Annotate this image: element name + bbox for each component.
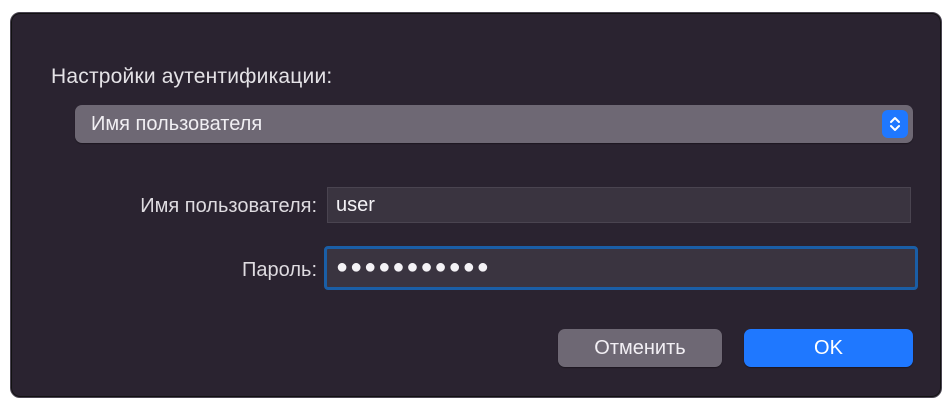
- password-field[interactable]: ●●●●●●●●●●●: [324, 246, 918, 290]
- cancel-button[interactable]: Отменить: [558, 329, 722, 367]
- username-field[interactable]: user: [327, 187, 911, 223]
- auth-dialog: Настройки аутентификации: Имя пользовате…: [10, 12, 942, 398]
- ok-button[interactable]: OK: [744, 329, 913, 367]
- auth-method-popup[interactable]: Имя пользователя: [75, 105, 913, 143]
- password-label: Пароль:: [242, 259, 317, 281]
- auth-settings-label: Настройки аутентификации:: [51, 65, 333, 88]
- username-label: Имя пользователя:: [140, 195, 317, 217]
- chevron-up-down-icon: [882, 110, 908, 138]
- auth-method-value: Имя пользователя: [91, 113, 263, 135]
